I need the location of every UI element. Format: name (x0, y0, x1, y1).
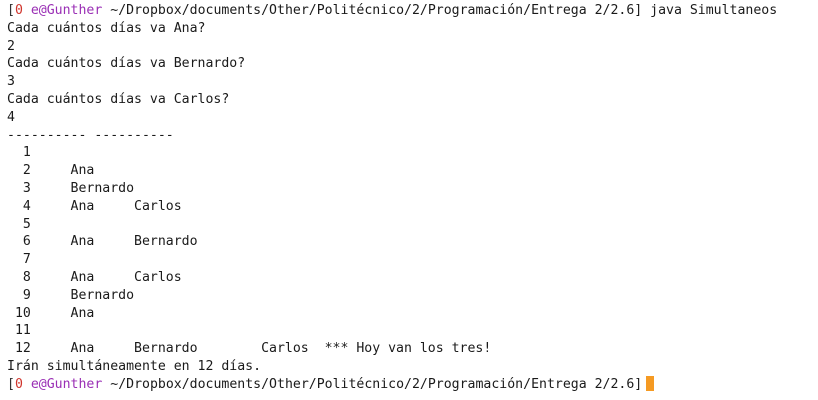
prompt-line-command: [0 e@Gunther ~/Dropbox/documents/Other/P… (7, 2, 818, 20)
text-cursor (646, 375, 655, 391)
output-line: 11 (7, 323, 31, 339)
output-line: ---------- ---------- (7, 127, 174, 143)
output-line: 8 Ana Carlos (7, 269, 182, 285)
prompt-exit-status: 0 (14, 376, 23, 392)
output-line: Cada cuántos días va Ana? (7, 20, 206, 36)
prompt-exit-status: 0 (14, 3, 23, 18)
output-line: 2 Ana (7, 163, 95, 179)
output-line: 10 Ana (7, 305, 95, 321)
output-line: 9 Bernardo (7, 287, 135, 303)
prompt-line-current[interactable]: [0 e@Gunther ~/Dropbox/documents/Other/P… (7, 375, 818, 394)
output-line: 7 (7, 252, 31, 268)
output-line: 2 (7, 38, 15, 54)
output-line: Cada cuántos días va Bernardo? (7, 56, 246, 72)
prompt-path: ~/Dropbox/documents/Other/Politécnico/2/… (102, 376, 643, 392)
output-line: 3 (7, 74, 15, 90)
program-output: Cada cuántos días va Ana? 2 Cada cuántos d… (7, 20, 818, 376)
output-line: 12 Ana Bernardo Carlos *** Hoy van los t… (7, 341, 492, 357)
prompt-user-host: e@Gunther (30, 3, 103, 18)
prompt-path: ~/Dropbox/documents/Other/Politécnico/2/… (102, 3, 643, 18)
prompt-open-bracket: [ (7, 3, 15, 18)
output-line: 4 Ana Carlos (7, 198, 182, 214)
output-line: 3 Bernardo (7, 180, 135, 196)
prompt-user-host: e@Gunther (30, 376, 103, 392)
output-line: 6 Ana Bernardo (7, 234, 198, 250)
terminal-window[interactable]: [0 e@Gunther ~/Dropbox/documents/Other/P… (0, 0, 818, 400)
output-line: 5 (7, 216, 31, 232)
output-line: Cada cuántos días va Carlos? (7, 91, 230, 107)
output-line: Irán simultáneamente en 12 días. (7, 358, 262, 374)
prompt-open-bracket: [ (7, 376, 15, 392)
output-line: 1 (7, 145, 31, 161)
output-line: 4 (7, 109, 15, 125)
command-text: java Simultaneos (642, 3, 778, 18)
